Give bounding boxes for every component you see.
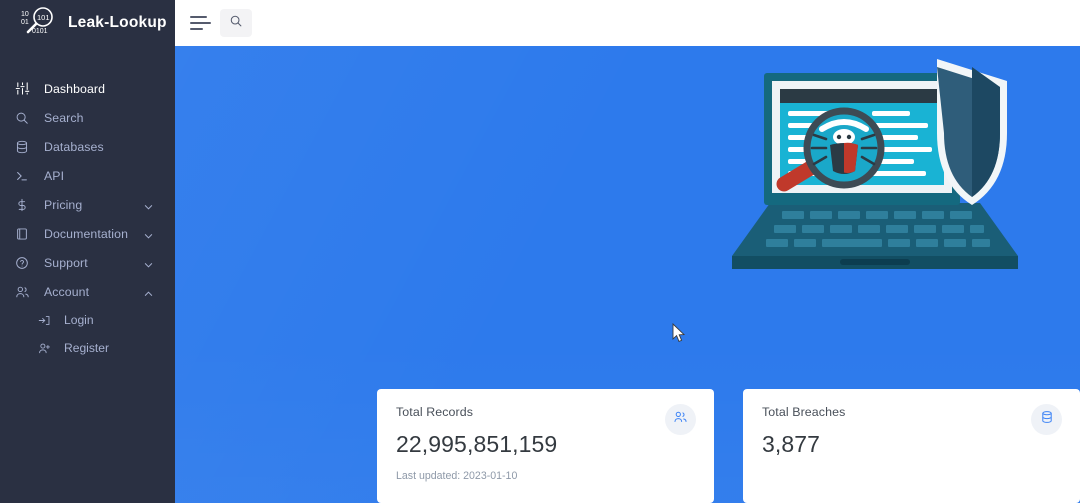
sidebar-item-api[interactable]: API — [0, 161, 175, 190]
stat-cards: Total Records 22,995,851,159 Last update… — [377, 389, 1080, 503]
topbar — [175, 0, 1080, 46]
book-icon — [15, 225, 35, 243]
svg-text:10: 10 — [21, 11, 29, 18]
sidebar-subitem-label: Login — [64, 313, 94, 327]
hamburger-line — [190, 22, 211, 24]
card-badge — [1031, 404, 1062, 435]
sidebar-item-pricing[interactable]: Pricing — [0, 190, 175, 219]
magnifier-binary-logo-icon: 10 01 0101 101 — [21, 6, 59, 40]
sidebar-item-login[interactable]: Login — [0, 306, 175, 334]
sidebar-subitem-label: Register — [64, 341, 110, 355]
svg-text:0101: 0101 — [32, 28, 48, 35]
user-plus-icon — [38, 340, 55, 356]
users-icon — [673, 410, 688, 429]
sidebar-item-label: Documentation — [44, 226, 129, 241]
users-icon — [15, 283, 35, 301]
search-icon — [15, 109, 35, 127]
app-root: 10 01 0101 101 Leak-Lookup Dashboard Sea… — [0, 0, 1080, 503]
sidebar-item-label: Account — [44, 284, 90, 299]
hamburger-icon[interactable] — [188, 11, 212, 35]
card-title: Total Breaches — [762, 405, 846, 419]
laptop-magnifier-bug-shield-illustration — [722, 51, 1022, 286]
dollar-icon — [15, 196, 35, 214]
card-badge — [665, 404, 696, 435]
sidebar-item-search[interactable]: Search — [0, 103, 175, 132]
search-button[interactable] — [220, 9, 252, 37]
sidebar-item-label: Support — [44, 255, 88, 270]
question-circle-icon — [15, 254, 35, 272]
search-icon — [229, 14, 243, 33]
sidebar-item-account[interactable]: Account — [0, 277, 175, 306]
card-value: 3,877 — [762, 431, 821, 457]
sidebar-item-support[interactable]: Support — [0, 248, 175, 277]
brand[interactable]: 10 01 0101 101 Leak-Lookup — [0, 0, 175, 46]
main-area: Total Records 22,995,851,159 Last update… — [175, 0, 1080, 503]
sidebar-item-label: Search — [44, 110, 84, 125]
mouse-pointer-icon — [672, 322, 686, 343]
sidebar-item-label: Pricing — [44, 197, 83, 212]
stat-card-total-records[interactable]: Total Records 22,995,851,159 Last update… — [377, 389, 714, 503]
svg-text:01: 01 — [21, 19, 29, 26]
sidebar: 10 01 0101 101 Leak-Lookup Dashboard Sea… — [0, 0, 175, 503]
chevron-up-icon — [144, 287, 153, 296]
hamburger-line — [190, 16, 207, 18]
sidebar-item-label: Dashboard — [44, 81, 106, 96]
chevron-down-icon — [144, 200, 153, 210]
database-icon — [1040, 410, 1054, 429]
brand-name: Leak-Lookup — [68, 14, 167, 31]
card-title: Total Records — [396, 405, 474, 419]
dashboard-content: Total Records 22,995,851,159 Last update… — [175, 46, 1080, 503]
sidebar-item-register[interactable]: Register — [0, 334, 175, 362]
stat-card-total-breaches[interactable]: Total Breaches 3,877 — [743, 389, 1080, 503]
terminal-icon — [15, 167, 35, 185]
sign-in-icon — [38, 312, 55, 328]
sidebar-item-documentation[interactable]: Documentation — [0, 219, 175, 248]
sidebar-item-dashboard[interactable]: Dashboard — [0, 74, 175, 103]
card-subtitle: Last updated: 2023-01-10 — [396, 470, 518, 482]
hamburger-line — [190, 28, 203, 30]
sidebar-item-databases[interactable]: Databases — [0, 132, 175, 161]
svg-text:101: 101 — [37, 13, 50, 22]
sidebar-item-label: Databases — [44, 139, 104, 154]
sliders-icon — [15, 80, 35, 98]
sidebar-item-label: API — [44, 168, 65, 183]
sidebar-nav: Dashboard Search Databases API Pricing D… — [0, 74, 175, 362]
card-value: 22,995,851,159 — [396, 431, 558, 457]
database-icon — [15, 138, 35, 156]
chevron-down-icon — [144, 258, 153, 268]
chevron-down-icon — [144, 229, 153, 239]
